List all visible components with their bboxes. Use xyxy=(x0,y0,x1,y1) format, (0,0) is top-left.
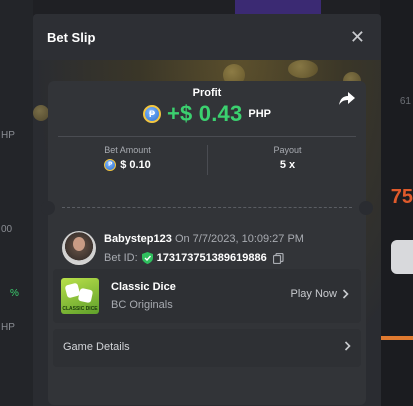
php-coin-icon: ₱ xyxy=(142,105,161,123)
thumbnail-text: CLASSIC DICE xyxy=(62,306,98,312)
close-icon[interactable]: ✕ xyxy=(350,28,365,46)
divider xyxy=(58,136,356,137)
profit-amount: +$ 0.43 xyxy=(166,101,243,126)
payout-value: 5 x xyxy=(279,159,296,171)
share-arrow-icon[interactable] xyxy=(338,89,356,107)
payout-label: Payout xyxy=(273,145,302,155)
coin-decoration xyxy=(288,60,318,78)
game-details-label: Game Details xyxy=(63,341,130,353)
copy-icon[interactable] xyxy=(272,252,284,264)
user-line: Babystep123 On 7/7/2023, 10:09:27 PM xyxy=(104,233,304,245)
game-thumbnail: CLASSIC DICE xyxy=(61,278,99,314)
bg-fragment: 61 xyxy=(399,96,411,107)
bet-details-card: Babystep123 On 7/7/2023, 10:09:27 PM Bet… xyxy=(48,215,366,405)
modal-title: Bet Slip xyxy=(47,29,96,45)
bet-user-row: Babystep123 On 7/7/2023, 10:09:27 PM Bet… xyxy=(62,231,352,267)
game-card[interactable]: CLASSIC DICE Classic Dice BC Originals P… xyxy=(53,269,361,323)
bg-fragment: HP xyxy=(1,130,15,141)
tear-notch xyxy=(41,201,55,215)
bg-fragment: HP xyxy=(1,322,15,333)
game-name: Classic Dice xyxy=(111,281,176,293)
dashed-divider xyxy=(62,207,352,208)
bet-amount-value: $ 0.10 xyxy=(120,159,151,171)
background-top-button xyxy=(235,0,321,14)
avatar[interactable] xyxy=(62,231,96,265)
bg-bar xyxy=(380,336,413,340)
chevron-right-icon xyxy=(344,341,351,351)
bg-fragment: 75 xyxy=(390,186,413,208)
username[interactable]: Babystep123 xyxy=(104,233,172,245)
game-details-button[interactable]: Game Details xyxy=(53,329,361,367)
profit-label: Profit xyxy=(192,87,222,99)
coin-decoration xyxy=(33,105,49,121)
bet-amount-label: Bet Amount xyxy=(104,145,151,155)
bg-fragment: 00 xyxy=(1,224,13,235)
background-left-panel: HP 00 % HP xyxy=(0,0,33,406)
background-right-panel: 61 75 xyxy=(380,0,413,406)
profit-currency: PHP xyxy=(248,108,272,120)
bet-amount-value-row: ₱ $ 0.10 xyxy=(48,159,207,171)
profit-row: ₱ +$ 0.43 PHP xyxy=(48,101,366,127)
dice-icon xyxy=(77,287,94,304)
php-coin-icon: ₱ xyxy=(104,159,117,171)
play-now-label: Play Now xyxy=(290,288,337,300)
payout-stat: Payout 5 x xyxy=(208,145,367,171)
bet-id-line: Bet ID: 173173751389619886 xyxy=(104,252,284,264)
modal-header: Bet Slip ✕ xyxy=(33,14,381,60)
bet-id: 173173751389619886 xyxy=(156,252,267,264)
tear-notch xyxy=(359,201,373,215)
ticket-tear xyxy=(41,201,373,215)
play-now-button[interactable]: Play Now xyxy=(291,288,349,300)
bet-amount-stat: Bet Amount ₱ $ 0.10 xyxy=(48,145,207,171)
bet-slip-modal: Bet Slip ✕ Profit ₱ +$ 0.43 PHP Bet Amou… xyxy=(33,14,381,406)
game-provider: BC Originals xyxy=(111,299,173,311)
chevron-right-icon xyxy=(342,289,349,299)
bet-date: On 7/7/2023, 10:09:27 PM xyxy=(174,233,304,245)
bet-id-label: Bet ID: xyxy=(104,252,138,264)
profit-card: Profit ₱ +$ 0.43 PHP Bet Amount ₱ $ 0.10… xyxy=(48,81,366,201)
verified-shield-icon xyxy=(141,252,153,264)
dice-decoration xyxy=(391,240,413,274)
